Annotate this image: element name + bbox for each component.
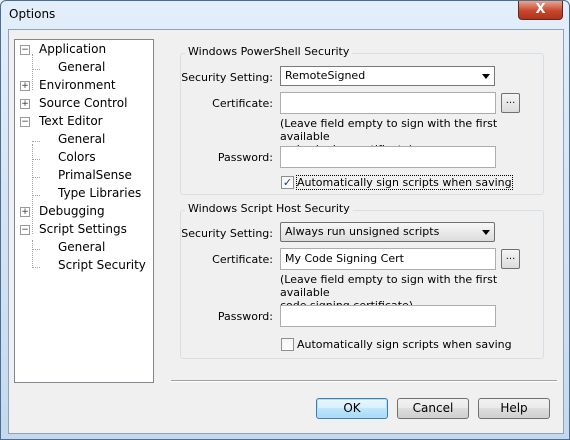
tree-connector (32, 249, 40, 250)
cancel-button[interactable]: Cancel (397, 398, 469, 419)
powershell-password-input[interactable] (280, 146, 496, 168)
tree-item-label: General (58, 132, 106, 146)
certificate-label: Certificate: (212, 97, 273, 110)
footer-divider (171, 380, 557, 382)
tree-item-label: Script Security (58, 257, 146, 274)
powershell-browse-button[interactable]: ... (501, 93, 520, 113)
expand-icon[interactable]: + (20, 207, 30, 217)
password-label: Password: (217, 310, 273, 323)
chevron-down-icon (482, 230, 490, 235)
options-tree: − Application General + Environment + So… (14, 39, 154, 383)
tree-item-label: Colors (58, 150, 96, 164)
select-value: Always run unsigned scripts (285, 225, 440, 238)
window-title: Options (9, 7, 56, 21)
expand-icon[interactable]: + (20, 99, 30, 109)
hint-line: (Leave field empty to sign with the firs… (280, 273, 498, 299)
tree-item-label: General (58, 60, 106, 74)
tree-connector (32, 195, 40, 196)
tree-connector (32, 267, 40, 268)
tree-connector (32, 177, 40, 178)
hint-line: (Leave field empty to sign with the firs… (280, 117, 498, 143)
tree-connector (32, 240, 33, 268)
password-label: Password: (217, 151, 273, 164)
security-setting-label: Security Setting: (181, 227, 273, 240)
tree-connector (32, 144, 33, 234)
chevron-down-icon (482, 74, 490, 79)
powershell-security-select[interactable]: RemoteSigned (280, 66, 495, 86)
group-title: Windows Script Host Security (185, 202, 353, 215)
tree-item-label: Debugging (39, 204, 105, 218)
collapse-icon[interactable]: − (20, 117, 30, 127)
powershell-certificate-input[interactable] (280, 92, 496, 114)
powershell-autosign-checkbox[interactable]: ✓ (281, 176, 294, 189)
checkmark-icon: ✓ (282, 176, 293, 189)
tree-item-label: Script Settings (39, 222, 127, 236)
close-icon: X (535, 2, 546, 17)
wsh-password-input[interactable] (280, 305, 496, 327)
dialog-body: − Application General + Environment + So… (8, 29, 564, 434)
tree-item-label: Application (39, 42, 107, 56)
close-button[interactable]: X (518, 1, 563, 20)
ok-button[interactable]: OK (316, 398, 388, 419)
tree-connector (32, 159, 40, 160)
powershell-security-group: Windows PowerShell Security Security Set… (180, 45, 544, 195)
wsh-autosign-checkbox[interactable] (281, 338, 294, 351)
tree-item-label: Environment (39, 78, 116, 92)
collapse-icon[interactable]: − (20, 225, 30, 235)
select-value: RemoteSigned (285, 69, 366, 82)
tree-item-label: PrimalSense (58, 168, 132, 182)
wsh-autosign-label[interactable]: Automatically sign scripts when saving (297, 338, 512, 351)
options-window: Options X − Application General + Enviro… (0, 0, 570, 440)
wsh-browse-button[interactable]: ... (501, 249, 520, 269)
wsh-certificate-input[interactable]: My Code Signing Cert (280, 248, 496, 270)
tree-connector (32, 69, 40, 70)
security-setting-label: Security Setting: (181, 71, 273, 84)
tree-item-label: General (58, 240, 106, 254)
title-bar[interactable]: Options X (1, 1, 569, 29)
powershell-autosign-label[interactable]: Automatically sign scripts when saving (296, 175, 513, 190)
tree-connector (32, 54, 33, 90)
wsh-security-group: Windows Script Host Security Security Se… (180, 202, 544, 359)
wsh-security-select[interactable]: Always run unsigned scripts (280, 222, 495, 242)
expand-icon[interactable]: + (20, 81, 30, 91)
group-title: Windows PowerShell Security (185, 45, 353, 58)
certificate-label: Certificate: (212, 253, 273, 266)
tree-item-label: Type Libraries (58, 186, 142, 200)
help-button[interactable]: Help (478, 398, 550, 419)
collapse-icon[interactable]: − (20, 45, 30, 55)
tree-item-label: Text Editor (39, 114, 103, 128)
tree-connector (32, 141, 40, 142)
tree-item-label: Source Control (39, 96, 128, 110)
